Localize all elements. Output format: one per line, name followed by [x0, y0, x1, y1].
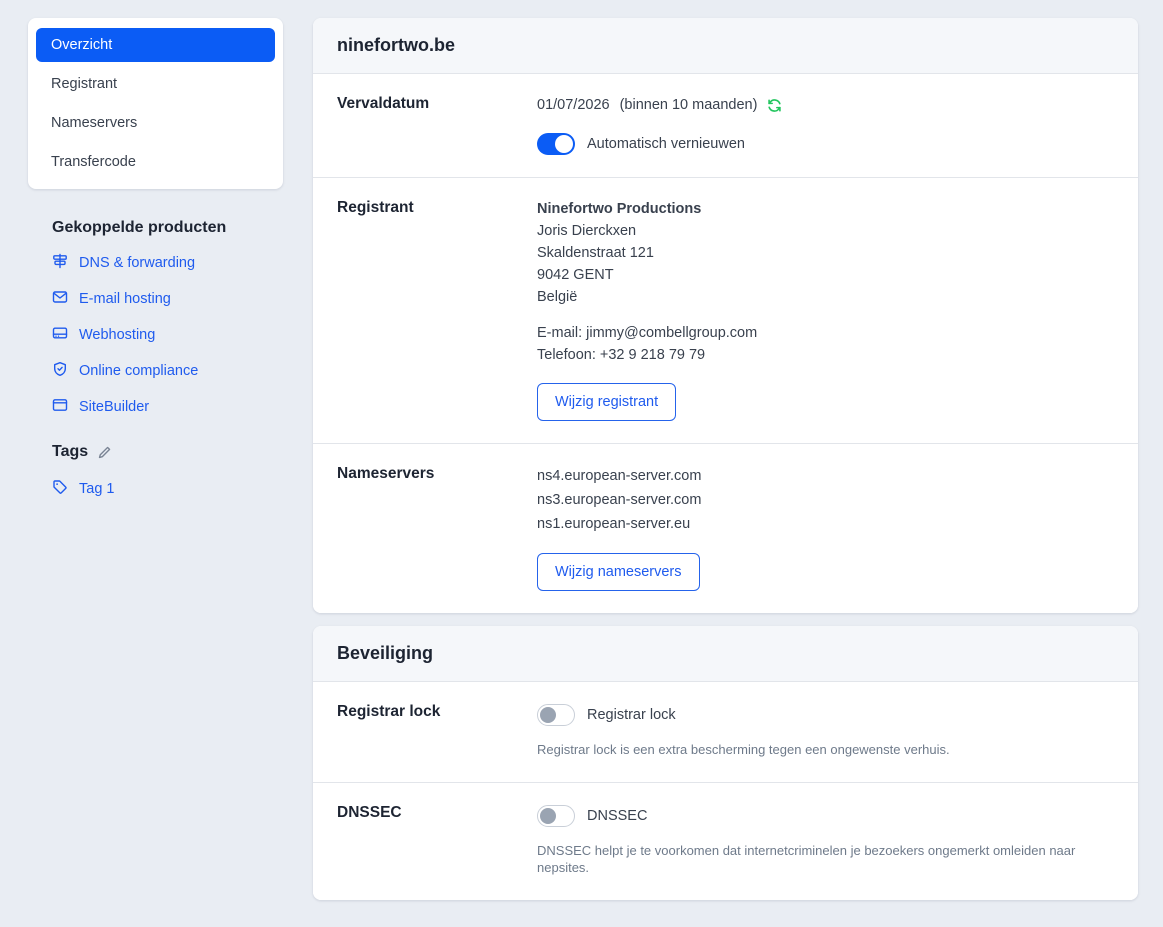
auto-renew-toggle[interactable] — [537, 133, 575, 155]
expiry-note: (binnen 10 maanden) — [620, 94, 758, 116]
domain-card-header: ninefortwo.be — [313, 18, 1138, 74]
expiry-row: Vervaldatum 01/07/2026 (binnen 10 maande… — [313, 74, 1138, 178]
registrar-lock-toggle[interactable] — [537, 704, 575, 726]
sidebar: Overzicht Registrant Nameservers Transfe… — [28, 18, 283, 913]
pencil-icon[interactable] — [97, 445, 112, 460]
registrant-row: Registrant Ninefortwo Productions Joris … — [313, 178, 1138, 444]
expiry-label: Vervaldatum — [337, 94, 537, 155]
tag-item[interactable]: Tag 1 — [52, 479, 283, 499]
registrar-lock-toggle-label: Registrar lock — [587, 704, 676, 726]
dnssec-toggle[interactable] — [537, 805, 575, 827]
registrar-lock-label: Registrar lock — [337, 702, 537, 758]
registrant-city: 9042 GENT — [537, 264, 1114, 286]
registrant-label: Registrant — [337, 198, 537, 421]
registrar-lock-row: Registrar lock Registrar lock Registrar … — [313, 682, 1138, 783]
signpost-icon — [52, 253, 68, 273]
security-title: Beveiliging — [337, 643, 1114, 664]
link-sitebuilder[interactable]: SiteBuilder — [52, 397, 283, 417]
dnssec-toggle-label: DNSSEC — [587, 805, 647, 827]
dnssec-label: DNSSEC — [337, 803, 537, 876]
link-online-compliance[interactable]: Online compliance — [52, 361, 283, 381]
sidebar-item-nameservers[interactable]: Nameservers — [36, 106, 275, 140]
envelope-icon — [52, 289, 68, 309]
tags-heading: Tags — [52, 443, 88, 461]
linked-products-section: Gekoppelde producten DNS & forwarding — [28, 219, 283, 417]
nameservers-row: Nameservers ns4.european-server.com ns3.… — [313, 444, 1138, 613]
domain-nav-card: Overzicht Registrant Nameservers Transfe… — [28, 18, 283, 189]
registrant-email: E-mail: jimmy@combellgroup.com — [537, 322, 1114, 344]
nameserver-1: ns4.european-server.com — [537, 464, 1114, 488]
linked-products-heading: Gekoppelde producten — [52, 219, 283, 237]
expiry-date: 01/07/2026 — [537, 94, 610, 116]
tag-label: Tag 1 — [79, 481, 114, 497]
link-label: DNS & forwarding — [79, 255, 195, 271]
dnssec-description: DNSSEC helpt je te voorkomen dat interne… — [537, 842, 1114, 876]
link-dns-forwarding[interactable]: DNS & forwarding — [52, 253, 283, 273]
browser-window-icon — [52, 397, 68, 417]
domain-overview-card: ninefortwo.be Vervaldatum 01/07/2026 (bi… — [313, 18, 1138, 613]
registrant-country: België — [537, 286, 1114, 308]
domain-title: ninefortwo.be — [337, 35, 1114, 56]
registrant-street: Skaldenstraat 121 — [537, 242, 1114, 264]
page-layout: Overzicht Registrant Nameservers Transfe… — [0, 0, 1163, 927]
dnssec-row: DNSSEC DNSSEC DNSSEC helpt je te voorkom… — [313, 783, 1138, 900]
server-icon — [52, 325, 68, 345]
tags-section: Tags Tag 1 — [28, 443, 283, 499]
nameservers-label: Nameservers — [337, 464, 537, 591]
main-content: ninefortwo.be Vervaldatum 01/07/2026 (bi… — [313, 18, 1138, 913]
link-label: SiteBuilder — [79, 399, 149, 415]
link-email-hosting[interactable]: E-mail hosting — [52, 289, 283, 309]
link-webhosting[interactable]: Webhosting — [52, 325, 283, 345]
edit-registrant-button[interactable]: Wijzig registrant — [537, 383, 676, 421]
registrant-name: Joris Dierckxen — [537, 220, 1114, 242]
registrant-phone: Telefoon: +32 9 218 79 79 — [537, 344, 1114, 366]
edit-nameservers-button[interactable]: Wijzig nameservers — [537, 553, 700, 591]
sidebar-item-overzicht[interactable]: Overzicht — [36, 28, 275, 62]
security-card-header: Beveiliging — [313, 626, 1138, 682]
link-label: Webhosting — [79, 327, 155, 343]
nameserver-3: ns1.european-server.eu — [537, 512, 1114, 536]
link-label: E-mail hosting — [79, 291, 171, 307]
registrar-lock-description: Registrar lock is een extra bescherming … — [537, 741, 1114, 758]
auto-renew-label: Automatisch vernieuwen — [587, 133, 745, 155]
nameserver-2: ns3.european-server.com — [537, 488, 1114, 512]
shield-check-icon — [52, 361, 68, 381]
link-label: Online compliance — [79, 363, 198, 379]
registrant-company: Ninefortwo Productions — [537, 198, 1114, 220]
sidebar-item-transfercode[interactable]: Transfercode — [36, 145, 275, 179]
sidebar-item-registrant[interactable]: Registrant — [36, 67, 275, 101]
auto-renew-icon — [766, 97, 783, 114]
security-card: Beveiliging Registrar lock Registrar loc… — [313, 626, 1138, 900]
tag-icon — [52, 479, 68, 499]
